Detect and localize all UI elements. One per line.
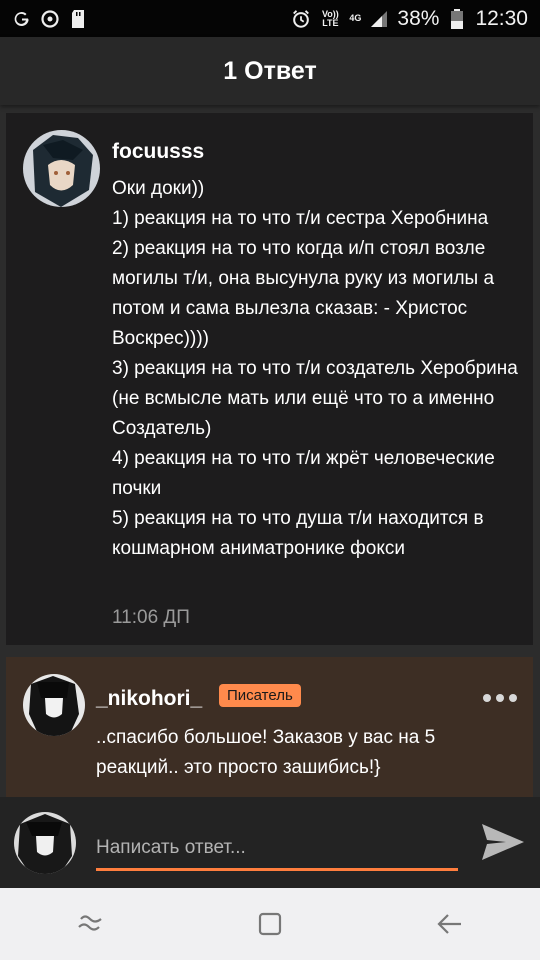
reply-body: ..спасибо большое! Заказов у вас на 5 ре… [96,727,436,778]
username[interactable]: _nikohori_ [96,687,202,711]
network-label: 4G [349,13,362,23]
original-post: focuusss Оки доки)) 1) реакция на то что… [6,113,533,645]
more-options-icon[interactable] [483,694,517,702]
recents-icon[interactable] [60,894,120,954]
send-icon[interactable] [478,820,526,864]
status-bar: Vo)) LTE 4G 38% 12:30 [0,0,540,37]
role-badge: Писатель [219,684,301,707]
timestamp: 11:06 ДП [112,607,190,628]
home-icon[interactable] [240,894,300,954]
signal-icon [369,9,389,29]
volte-label: Vo)) LTE [321,8,339,28]
reply: _nikohori_ Писатель ..спасибо большое! З… [6,657,533,797]
system-nav-bar [0,888,540,960]
avatar [14,812,76,874]
g-icon [12,9,32,29]
avatar[interactable] [23,130,100,207]
clock: 12:30 [475,6,528,30]
reply-input[interactable] [96,827,458,871]
alarm-icon [291,9,311,29]
compose-bar [0,797,540,888]
sd-card-icon [68,9,88,29]
post-body: Оки доки)) 1) реакция на то что т/и сест… [112,178,518,559]
back-icon[interactable] [420,894,480,954]
page-title: 1 Ответ [223,56,317,85]
username[interactable]: focuusss [112,140,204,164]
header: 1 Ответ [0,37,540,105]
avatar[interactable] [23,674,85,736]
battery-icon [447,8,467,29]
battery-percent: 38% [397,6,440,30]
sync-icon [40,9,60,29]
